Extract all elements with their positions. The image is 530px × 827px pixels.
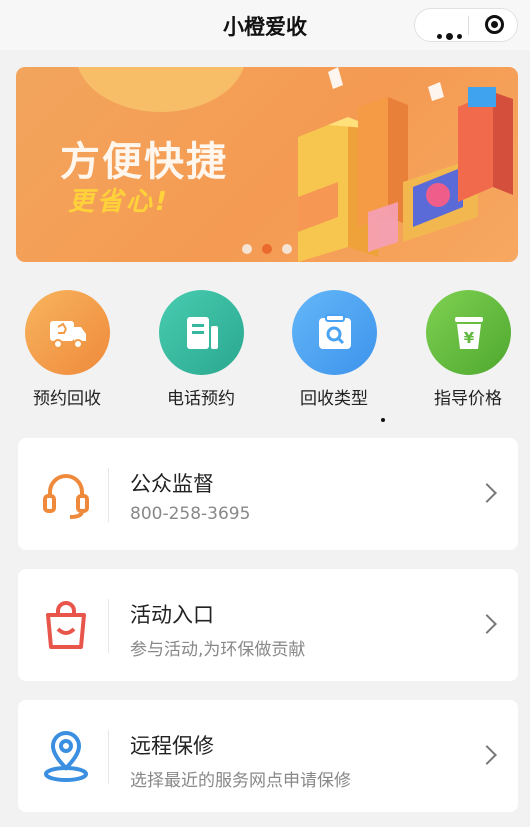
menu-item-label: 指导价格 (434, 389, 502, 409)
menu-item-phone-appointment[interactable]: 电话预约 (146, 290, 256, 409)
carousel-indicator[interactable] (242, 239, 302, 258)
menu-item-label: 电话预约 (167, 389, 235, 409)
card-remote-repair[interactable]: 远程保修 选择最近的服务网点申请保修 (18, 700, 518, 812)
banner-headline: 方便快捷 (60, 139, 228, 185)
card-activity-entry[interactable]: 活动入口 参与活动,为环保做贡献 (18, 569, 518, 681)
carousel-dot-active[interactable] (262, 244, 272, 254)
card-subtitle: 参与活动,为环保做贡献 (130, 640, 306, 660)
card-phone-number: 800-258-3695 (130, 504, 251, 524)
card-title: 公众监督 (130, 472, 214, 496)
card-public-supervision[interactable]: 公众监督 800-258-3695 (18, 438, 518, 550)
svg-text:¥: ¥ (463, 329, 474, 347)
yen-bin-icon: ¥ (454, 317, 483, 349)
menu-icon-circle (291, 290, 377, 375)
search-box-icon (318, 314, 351, 349)
menu-item-label: 预约回收 (33, 389, 101, 409)
isometric-city-illustration (298, 67, 513, 262)
card-divider (108, 730, 109, 784)
carousel-dot[interactable] (282, 244, 292, 254)
capsule-divider (468, 16, 469, 35)
location-pin-icon (44, 731, 88, 782)
close-target-icon[interactable] (485, 15, 504, 34)
phone-document-icon (186, 317, 218, 349)
chevron-right-icon (477, 745, 497, 765)
mini-program-capsule (414, 8, 518, 42)
more-icon[interactable] (437, 24, 466, 43)
title-bar: 小橙爱收 (0, 0, 530, 50)
menu-item-label: 回收类型 (300, 389, 368, 409)
shopping-bag-icon (46, 601, 86, 649)
chevron-right-icon (477, 483, 497, 503)
menu-icon-circle (24, 290, 110, 375)
quick-menu: 预约回收 电话预约 回收类型 ¥ 指导价格 (0, 290, 530, 410)
truck-icon (49, 321, 86, 349)
menu-item-recycle-types[interactable]: 回收类型 (279, 290, 389, 409)
menu-item-guide-price[interactable]: ¥ 指导价格 (413, 290, 523, 409)
decorative-dot (381, 418, 385, 422)
banner-subline: 更省心! (68, 187, 170, 217)
chevron-right-icon (477, 614, 497, 634)
menu-item-appointment-recycle[interactable]: 预约回收 (12, 290, 122, 409)
carousel-dot[interactable] (242, 244, 252, 254)
menu-icon-circle: ¥ (425, 290, 511, 375)
card-title: 远程保修 (130, 734, 214, 758)
card-divider (108, 599, 109, 653)
card-title: 活动入口 (130, 603, 214, 627)
promo-banner[interactable]: 方便快捷 更省心! (16, 67, 518, 262)
headset-icon (43, 474, 89, 519)
banner-decoration (76, 67, 246, 112)
menu-icon-circle (158, 290, 244, 375)
card-subtitle: 选择最近的服务网点申请保修 (130, 771, 351, 791)
card-divider (108, 468, 109, 522)
